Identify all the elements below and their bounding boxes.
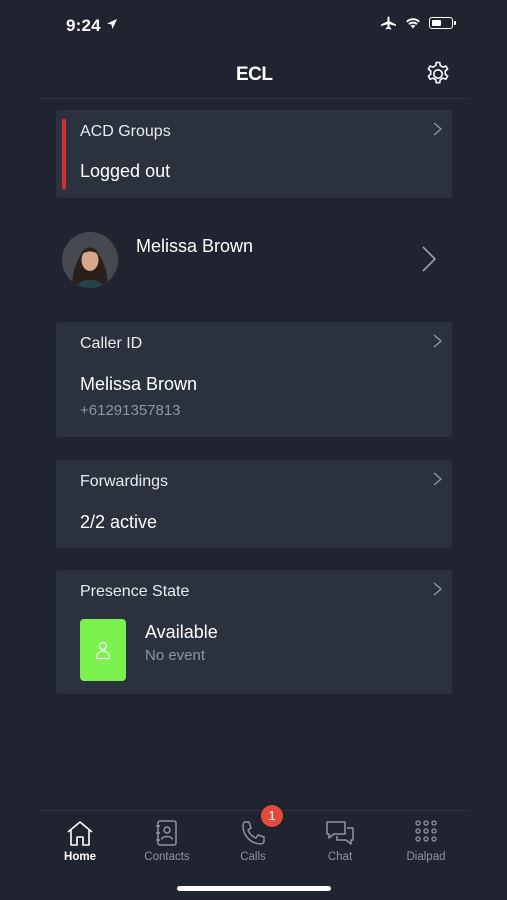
- tab-calls-label: Calls: [240, 851, 266, 863]
- forwardings-title: Forwardings: [80, 473, 169, 490]
- chevron-right-icon: [433, 334, 442, 348]
- acd-status-indicator: [62, 119, 66, 189]
- chevron-right-icon: [433, 582, 442, 596]
- chat-icon: [326, 821, 354, 845]
- contacts-icon: [156, 820, 177, 846]
- tab-home[interactable]: Home: [40, 811, 120, 871]
- acd-groups-card[interactable]: ACD Groups Logged out: [56, 110, 452, 198]
- forwardings-card[interactable]: Forwardings 2/2 active: [56, 460, 452, 548]
- chevron-right-icon: [433, 122, 442, 136]
- calls-badge: 1: [261, 805, 283, 827]
- tab-dialpad[interactable]: Dialpad: [386, 811, 466, 871]
- caller-id-name: Melissa Brown: [80, 374, 198, 394]
- dialpad-icon: [415, 820, 437, 842]
- app-logo: ECL: [236, 64, 273, 85]
- location-arrow-icon: [107, 19, 117, 29]
- settings-gear-icon[interactable]: [424, 60, 452, 88]
- caller-id-number: +61291357813: [80, 402, 181, 419]
- presence-title: Presence State: [80, 583, 190, 600]
- status-icons: [380, 16, 456, 30]
- tab-dialpad-label: Dialpad: [406, 851, 446, 863]
- tab-bar: Home Contacts Calls 1 Chat Dialpad: [40, 805, 468, 871]
- forwardings-status: 2/2 active: [80, 512, 158, 532]
- chevron-right-icon: [433, 472, 442, 486]
- tab-chat-label: Chat: [327, 851, 353, 863]
- avatar: [62, 232, 118, 288]
- presence-state: Available: [145, 622, 218, 642]
- profile-row[interactable]: Melissa Brown: [56, 220, 452, 304]
- wifi-icon: [406, 18, 420, 29]
- battery-icon: [429, 17, 456, 29]
- caller-id-card[interactable]: Caller ID Melissa Brown +61291357813: [56, 322, 452, 437]
- caller-id-title: Caller ID: [80, 335, 143, 352]
- person-icon: [95, 641, 111, 660]
- tab-chat[interactable]: Chat: [300, 811, 380, 871]
- status-time: 9:24: [66, 16, 101, 35]
- home-icon: [67, 821, 93, 846]
- presence-event: No event: [145, 647, 206, 664]
- acd-groups-title: ACD Groups: [80, 123, 171, 140]
- tab-home-label: Home: [64, 851, 96, 863]
- airplane-icon: [381, 16, 396, 30]
- presence-state-card[interactable]: Presence State Available No event: [56, 570, 452, 694]
- header-divider: [40, 98, 468, 99]
- chevron-right-icon: [422, 246, 436, 272]
- presence-status-tile: [80, 619, 126, 681]
- acd-groups-status: Logged out: [80, 161, 171, 181]
- status-bar: 9:24: [0, 0, 507, 50]
- tab-contacts-label: Contacts: [144, 851, 190, 863]
- home-indicator: [177, 886, 331, 891]
- tab-contacts[interactable]: Contacts: [127, 811, 207, 871]
- profile-name: Melissa Brown: [136, 236, 254, 256]
